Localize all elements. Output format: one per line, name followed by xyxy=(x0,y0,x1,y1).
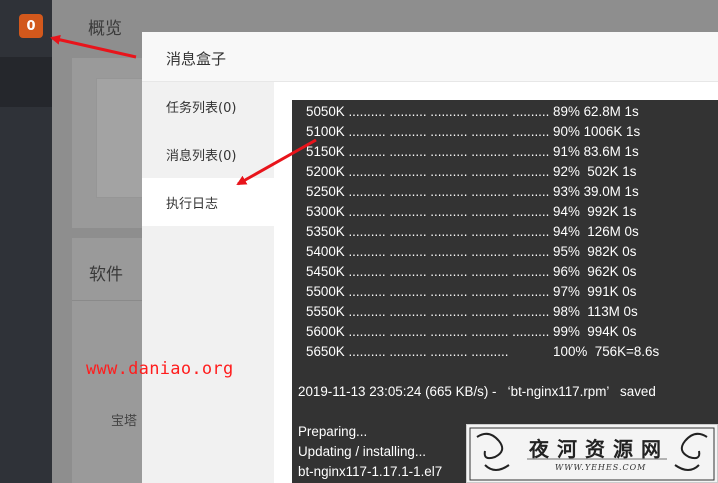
stamp-url: WWW.YEHES.COM xyxy=(555,463,647,472)
watermark-stamp: 夜河资源网 WWW.YEHES.COM xyxy=(466,424,718,483)
modal-content: 5050K .......... .......... .......... .… xyxy=(274,82,718,483)
log-line: 5300K .......... .......... .......... .… xyxy=(306,204,637,219)
stamp-title: 夜河资源网 xyxy=(529,437,669,461)
log-line: 5200K .......... .......... .......... .… xyxy=(306,164,637,179)
log-line: 5250K .......... .......... .......... .… xyxy=(306,184,639,199)
log-line: 5650K .......... .......... .......... .… xyxy=(306,344,660,359)
log-line: 5100K .......... .......... .......... .… xyxy=(306,124,641,139)
sidebar-active-band xyxy=(0,57,52,107)
nav-item-execution-log[interactable]: 执行日志 xyxy=(142,178,274,226)
page-title-overview: 概览 xyxy=(88,19,122,39)
message-box-modal: 消息盒子 任务列表(0) 消息列表(0) 执行日志 5050K ........… xyxy=(142,32,718,483)
modal-title: 消息盒子 xyxy=(166,50,227,68)
log-line: 5400K .......... .......... .......... .… xyxy=(306,244,637,259)
log-saved-line: 2019-11-13 23:05:24 (665 KB/s) - ‘bt-ngi… xyxy=(298,384,656,399)
log-line: 5550K .......... .......... .......... .… xyxy=(306,304,638,319)
sidebar: 0 xyxy=(0,0,52,483)
log-line: 5150K .......... .......... .......... .… xyxy=(306,144,639,159)
modal-nav: 任务列表(0) 消息列表(0) 执行日志 xyxy=(142,82,274,483)
log-line: 5500K .......... .......... .......... .… xyxy=(306,284,637,299)
software-section-title: 软件 xyxy=(89,265,123,285)
log-line: 5600K .......... .......... .......... .… xyxy=(306,324,637,339)
overview-card xyxy=(72,58,152,228)
message-count-badge[interactable]: 0 xyxy=(19,14,43,38)
log-line: 5350K .......... .......... .......... .… xyxy=(306,224,639,239)
baota-label: 宝塔 xyxy=(111,414,138,429)
nav-item-message-list[interactable]: 消息列表(0) xyxy=(142,130,274,178)
watermark-url: www.daniao.org xyxy=(86,359,234,379)
log-line: 5450K .......... .......... .......... .… xyxy=(306,264,637,279)
log-line: 5050K .......... .......... .......... .… xyxy=(306,104,639,119)
nav-item-task-list[interactable]: 任务列表(0) xyxy=(142,82,274,130)
modal-header: 消息盒子 xyxy=(142,32,718,82)
